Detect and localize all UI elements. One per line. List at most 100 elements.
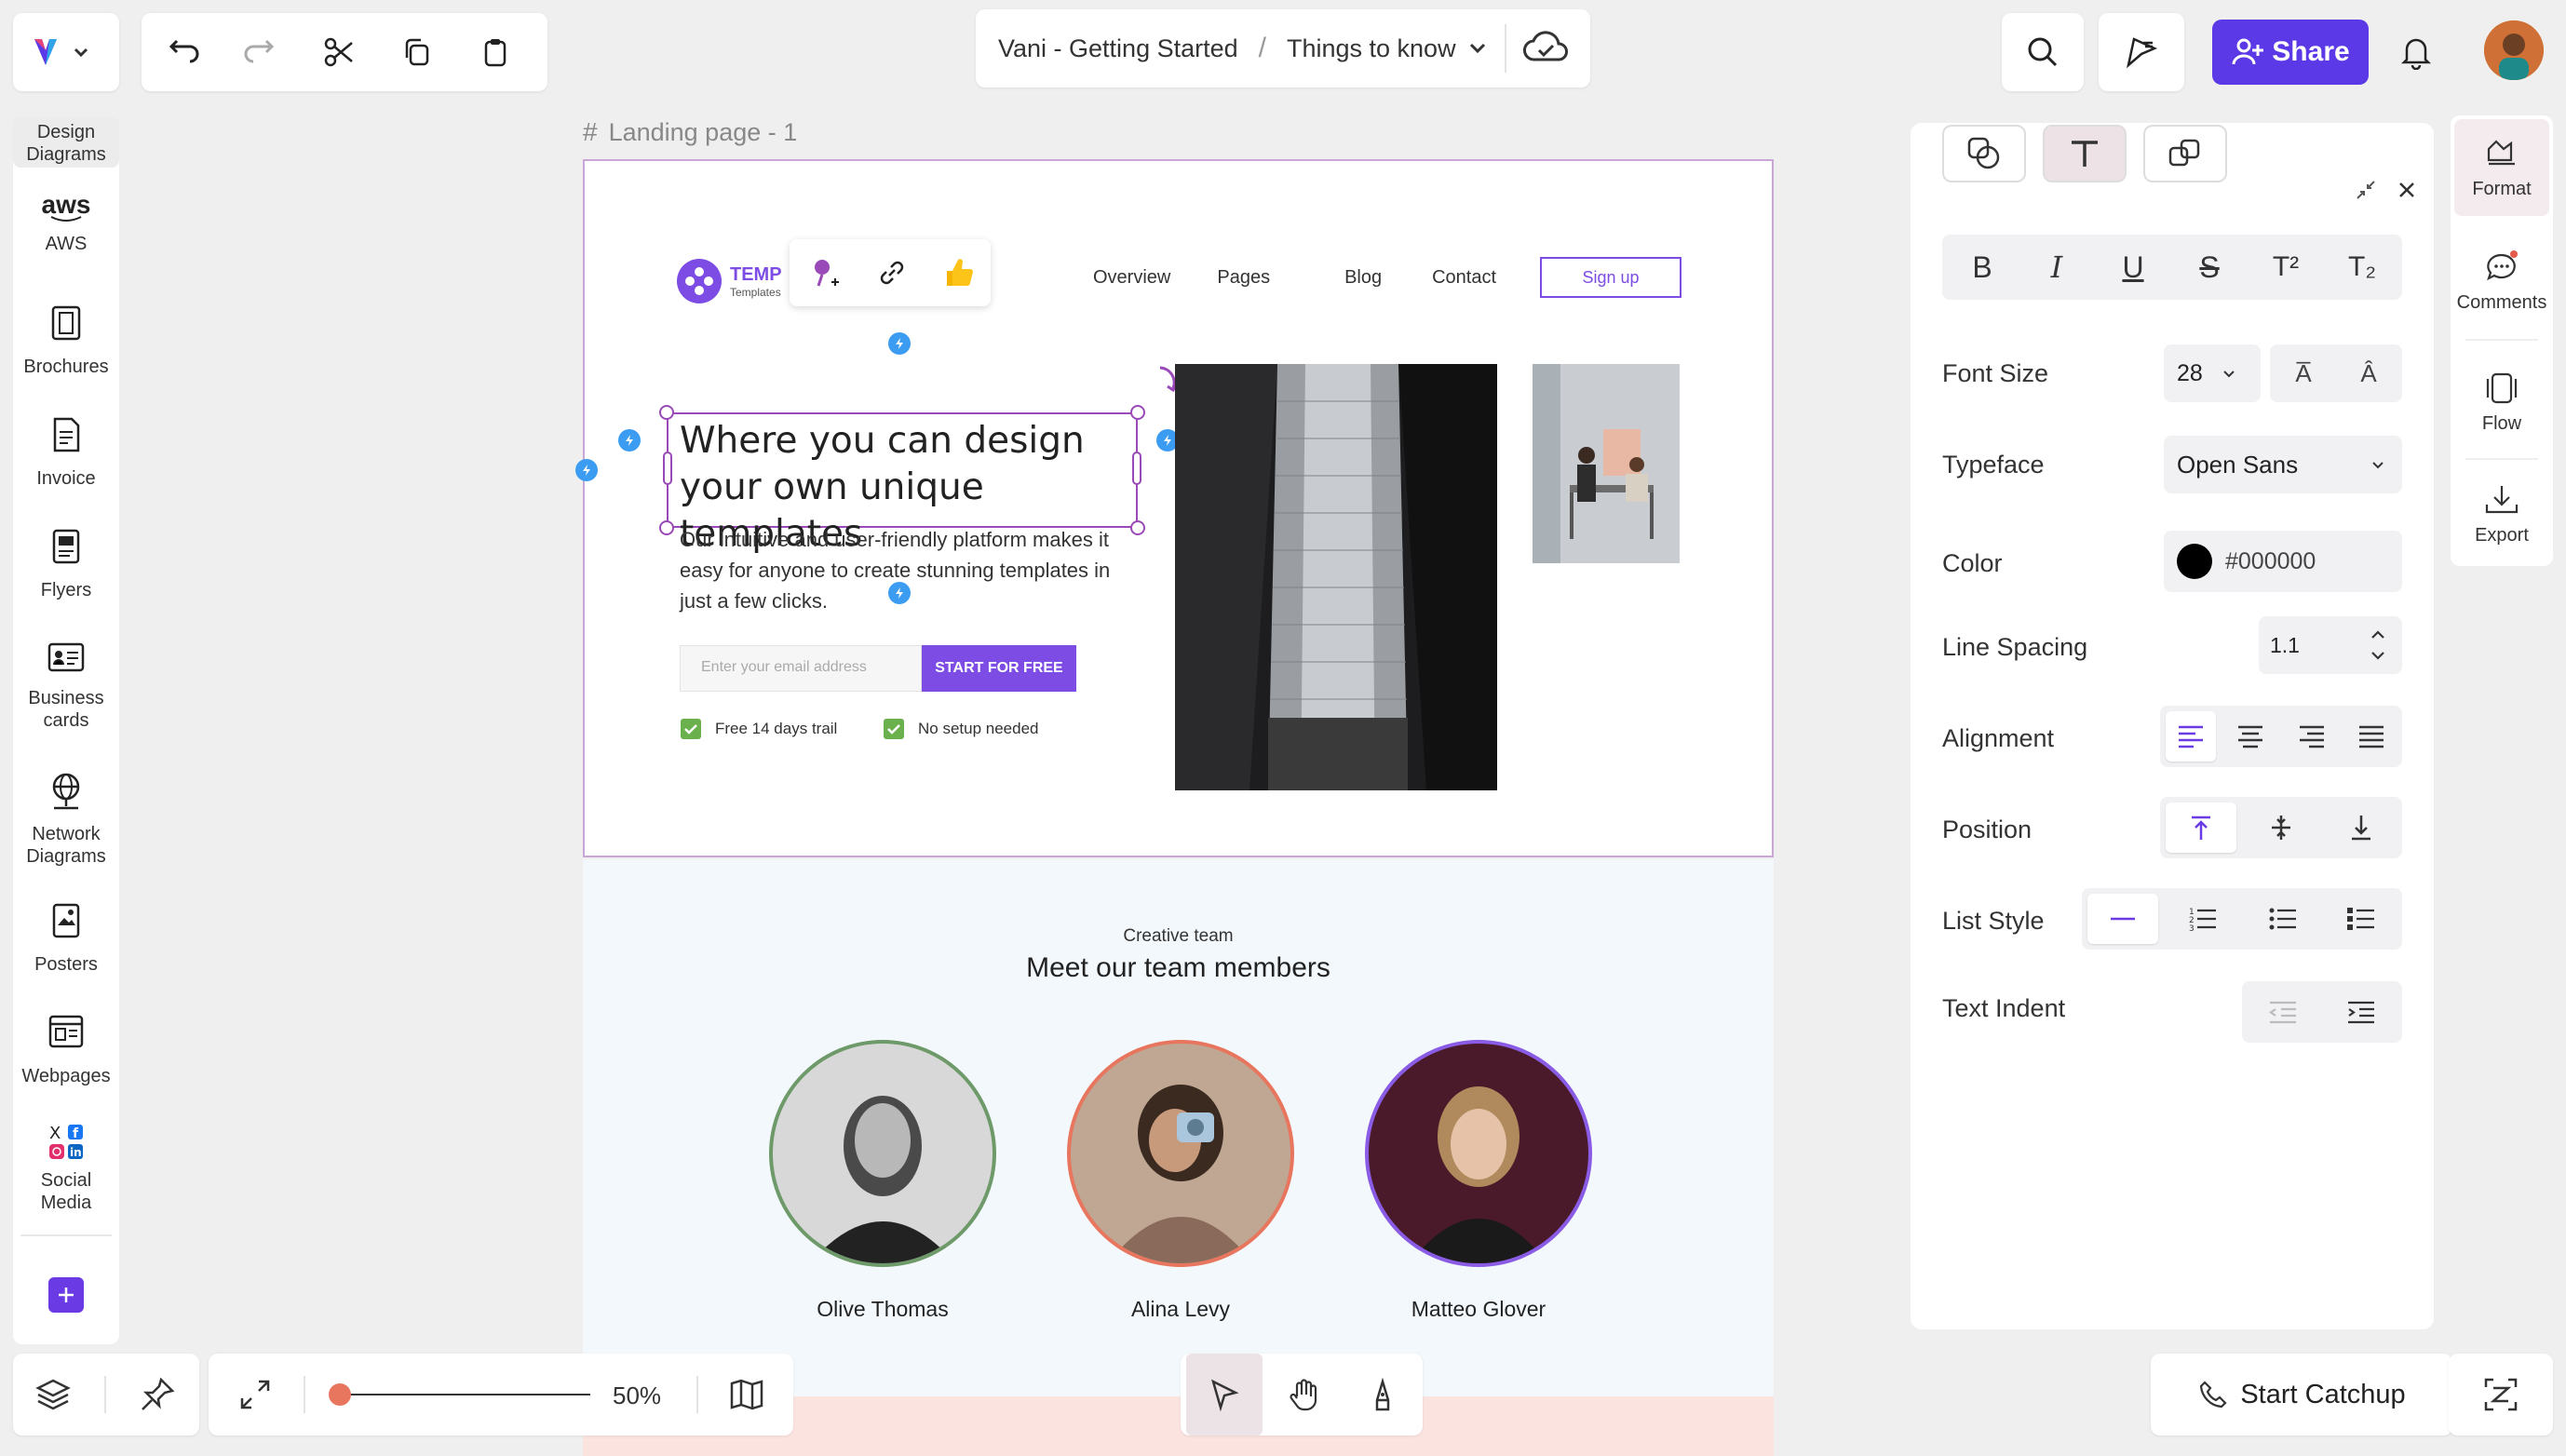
office-image[interactable] bbox=[1533, 364, 1680, 563]
building-image[interactable] bbox=[1175, 364, 1497, 790]
typeface-select[interactable]: Open Sans bbox=[2164, 436, 2402, 493]
paste-button[interactable] bbox=[473, 32, 518, 73]
selection-handle-tr[interactable] bbox=[1130, 405, 1145, 420]
member-avatar-matteo[interactable] bbox=[1365, 1040, 1592, 1267]
subscript-button[interactable]: T₂ bbox=[2330, 242, 2395, 292]
bold-button[interactable]: B bbox=[1950, 242, 2015, 292]
font-size-select[interactable]: 28 bbox=[2164, 344, 2261, 402]
position-middle-button[interactable] bbox=[2246, 802, 2316, 853]
rail-format[interactable]: Format bbox=[2454, 119, 2549, 216]
connector-left-outer[interactable] bbox=[575, 459, 598, 481]
pin-comment-icon[interactable] bbox=[804, 252, 844, 293]
sidebar-item-business-cards[interactable]: Business cards bbox=[13, 640, 119, 732]
color-picker[interactable]: #000000 bbox=[2164, 531, 2402, 592]
sidebar-item-brochures[interactable]: Brochures bbox=[13, 303, 119, 378]
nav-blog[interactable]: Blog bbox=[1344, 267, 1382, 289]
start-free-button[interactable]: START FOR FREE bbox=[922, 645, 1076, 692]
frame-label[interactable]: # Landing page - 1 bbox=[583, 117, 797, 147]
breadcrumb-project[interactable]: Vani - Getting Started bbox=[998, 34, 1238, 63]
align-left-button[interactable] bbox=[2166, 711, 2216, 762]
list-checklist-button[interactable] bbox=[2326, 894, 2397, 944]
layers-button[interactable] bbox=[26, 1372, 80, 1417]
chevron-down-icon[interactable] bbox=[1464, 34, 1492, 62]
align-right-button[interactable] bbox=[2287, 711, 2337, 762]
list-numbered-button[interactable]: 123 bbox=[2168, 894, 2238, 944]
sidebar-item-invoice[interactable]: Invoice bbox=[13, 415, 119, 490]
redo-button[interactable] bbox=[238, 32, 283, 73]
align-justify-button[interactable] bbox=[2346, 711, 2397, 762]
pin-button[interactable] bbox=[130, 1372, 184, 1417]
select-tool[interactable] bbox=[1186, 1354, 1263, 1436]
tab-arrange[interactable] bbox=[2143, 125, 2227, 182]
indent-button[interactable] bbox=[2326, 987, 2397, 1037]
share-button[interactable]: Share bbox=[2212, 20, 2369, 85]
start-catchup-button[interactable]: Start Catchup bbox=[2151, 1354, 2452, 1436]
copy-button[interactable] bbox=[395, 32, 439, 73]
present-button[interactable] bbox=[2099, 13, 2184, 91]
sidebar-item-flyers[interactable]: Flyers bbox=[13, 527, 119, 601]
strikethrough-button[interactable]: S bbox=[2177, 242, 2242, 292]
list-bullet-button[interactable] bbox=[2248, 894, 2318, 944]
close-icon[interactable] bbox=[2393, 176, 2421, 204]
nav-contact[interactable]: Contact bbox=[1432, 267, 1496, 289]
cloud-saved-icon[interactable] bbox=[1521, 30, 1572, 67]
collapse-icon[interactable] bbox=[2352, 176, 2380, 204]
undo-button[interactable] bbox=[160, 32, 205, 73]
email-input[interactable]: Enter your email address bbox=[680, 645, 922, 692]
align-center-button[interactable] bbox=[2225, 711, 2276, 762]
selection-handle-left[interactable] bbox=[663, 452, 672, 485]
connector-left[interactable] bbox=[618, 429, 641, 452]
notifications-button[interactable] bbox=[2393, 24, 2439, 80]
link-icon[interactable] bbox=[873, 254, 911, 291]
increase-font-button[interactable]: Â bbox=[2341, 350, 2397, 397]
italic-button[interactable]: I bbox=[2024, 242, 2089, 292]
superscript-button[interactable]: T² bbox=[2253, 242, 2318, 292]
tab-shape[interactable] bbox=[1942, 125, 2026, 182]
position-bottom-button[interactable] bbox=[2326, 802, 2397, 853]
selection-handle-right[interactable] bbox=[1132, 452, 1141, 485]
thumbs-up-icon[interactable] bbox=[939, 254, 977, 291]
decrease-font-button[interactable]: A̅ bbox=[2276, 350, 2331, 397]
breadcrumb-page[interactable]: Things to know bbox=[1287, 34, 1456, 63]
zoom-slider-thumb[interactable] bbox=[329, 1383, 351, 1406]
underline-button[interactable]: U bbox=[2100, 242, 2166, 292]
search-button[interactable] bbox=[2002, 13, 2084, 91]
zia-assistant-button[interactable] bbox=[2449, 1354, 2553, 1436]
rail-flow[interactable]: Flow bbox=[2454, 356, 2549, 449]
rail-export[interactable]: Export bbox=[2454, 467, 2549, 560]
sidebar-item-aws[interactable]: aws AWS bbox=[13, 192, 119, 255]
fit-screen-button[interactable] bbox=[229, 1372, 281, 1417]
frame-logo[interactable]: TEMP Templates bbox=[676, 258, 782, 304]
selection-handle-tl[interactable] bbox=[659, 405, 674, 420]
selection-handle-br[interactable] bbox=[1130, 520, 1145, 535]
outdent-button[interactable] bbox=[2248, 987, 2318, 1037]
body-text[interactable]: Our intuitive and user-friendly platform… bbox=[680, 524, 1127, 616]
signup-button[interactable]: Sign up bbox=[1540, 257, 1681, 298]
pen-tool[interactable] bbox=[1344, 1354, 1421, 1436]
zoom-slider[interactable] bbox=[330, 1394, 590, 1395]
selection-handle-bl[interactable] bbox=[659, 520, 674, 535]
minimap-button[interactable] bbox=[721, 1372, 773, 1417]
nav-pages[interactable]: Pages bbox=[1217, 267, 1270, 289]
sidebar-item-network-diagrams[interactable]: Network Diagrams bbox=[13, 771, 119, 868]
rail-comments[interactable]: Comments bbox=[2454, 235, 2549, 328]
position-top-button[interactable] bbox=[2166, 802, 2236, 853]
sidebar-item-design-diagrams[interactable]: Design Diagrams bbox=[13, 121, 119, 166]
connector-top[interactable] bbox=[888, 332, 911, 355]
stepper-arrows-icon[interactable] bbox=[2367, 625, 2389, 666]
hand-tool[interactable] bbox=[1266, 1354, 1343, 1436]
list-none-button[interactable] bbox=[2087, 894, 2158, 944]
tab-text[interactable] bbox=[2043, 125, 2127, 182]
cut-button[interactable] bbox=[317, 32, 361, 73]
line-spacing-stepper[interactable]: 1.1 bbox=[2259, 616, 2402, 674]
sidebar-item-posters[interactable]: Posters bbox=[13, 901, 119, 976]
nav-overview[interactable]: Overview bbox=[1093, 267, 1170, 289]
add-template-button[interactable] bbox=[48, 1277, 84, 1313]
sidebar-item-webpages[interactable]: Webpages bbox=[13, 1013, 119, 1087]
member-avatar-alina[interactable] bbox=[1067, 1040, 1294, 1267]
user-avatar[interactable] bbox=[2484, 20, 2544, 80]
sidebar-item-social-media[interactable]: X f in Social Media bbox=[13, 1121, 119, 1214]
member-avatar-olive[interactable] bbox=[769, 1040, 996, 1267]
app-logo-menu[interactable] bbox=[13, 13, 119, 91]
landing-page-frame[interactable]: TEMP Templates Overview Pages Blog Conta… bbox=[575, 159, 1774, 857]
